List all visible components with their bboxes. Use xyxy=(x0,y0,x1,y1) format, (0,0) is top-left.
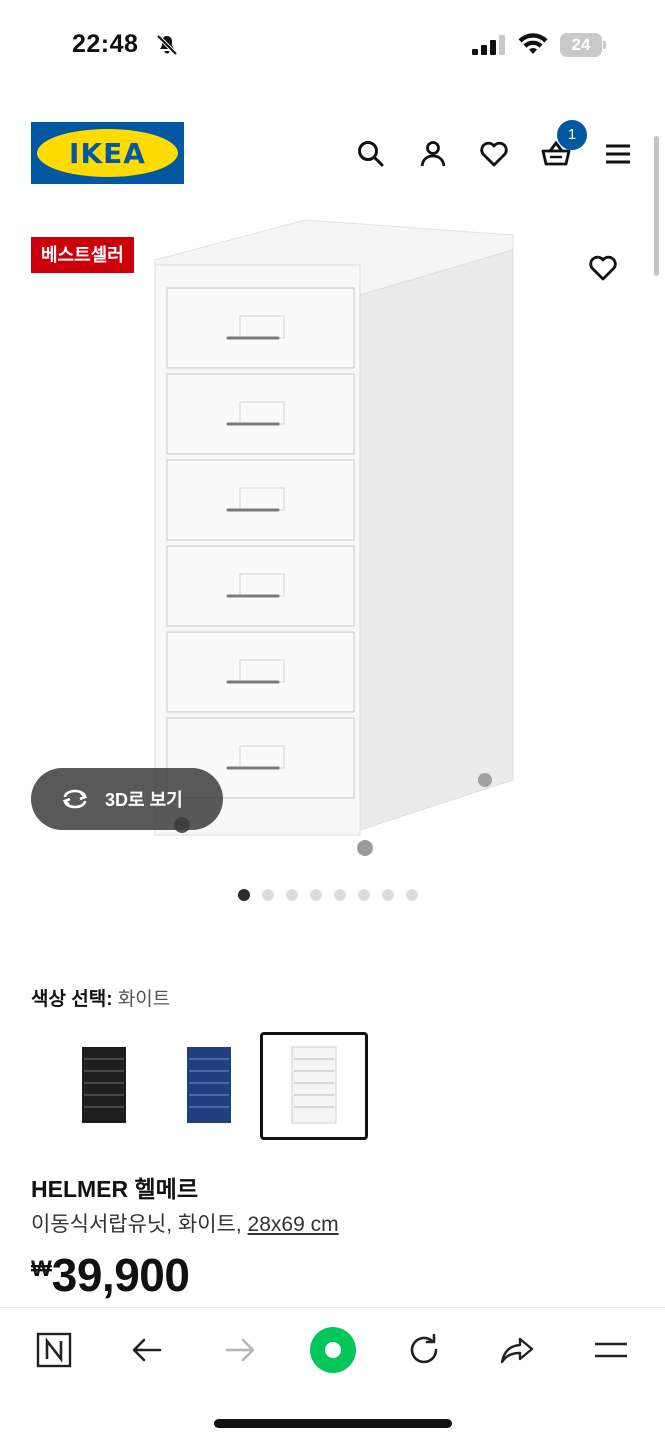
product-size-link[interactable]: 28x69 cm xyxy=(248,1213,339,1236)
carousel-dot[interactable] xyxy=(358,889,370,901)
add-to-favorites-heart-icon[interactable] xyxy=(586,252,620,284)
account-icon[interactable] xyxy=(417,138,449,170)
carousel-dot[interactable] xyxy=(238,889,250,901)
battery-icon: 24 xyxy=(560,33,606,57)
cart-count-badge: 1 xyxy=(557,120,587,150)
product-price: ₩ 39,900 xyxy=(31,1248,190,1302)
black-drawer-thumbnail xyxy=(82,1047,126,1123)
hamburger-menu-icon[interactable] xyxy=(602,138,634,170)
carousel-dot[interactable] xyxy=(406,889,418,901)
product-name: HELMER 헬메르 xyxy=(31,1176,198,1202)
price-currency: ₩ xyxy=(31,1256,52,1281)
home-indicator[interactable] xyxy=(214,1419,452,1428)
view-3d-button[interactable]: 3D로 보기 xyxy=(31,768,223,830)
color-selection-label: 색상 선택: 화이트 xyxy=(31,984,170,1011)
carousel-dot[interactable] xyxy=(262,889,274,901)
swatch-white-selected[interactable] xyxy=(260,1032,368,1140)
swatch-blue[interactable] xyxy=(155,1032,263,1140)
share-icon[interactable] xyxy=(498,1331,536,1369)
white-drawer-thumbnail xyxy=(291,1046,337,1124)
color-label: 색상 선택: xyxy=(31,989,113,1010)
swatch-black[interactable] xyxy=(50,1032,158,1140)
blue-drawer-thumbnail xyxy=(187,1047,231,1123)
product-desc-text: 이동식서랍유닛, 화이트, xyxy=(31,1213,242,1236)
forward-arrow-icon[interactable] xyxy=(221,1331,259,1369)
carousel-dot[interactable] xyxy=(382,889,394,901)
ikea-logo[interactable]: IKEA xyxy=(31,122,184,184)
carousel-dot[interactable] xyxy=(310,889,322,901)
price-value: 39,900 xyxy=(51,1249,190,1301)
status-time: 22:48 xyxy=(72,30,139,58)
view-3d-label: 3D로 보기 xyxy=(105,790,183,810)
logo-text: IKEA xyxy=(69,136,146,170)
wifi-icon xyxy=(518,33,548,54)
battery-level: 24 xyxy=(571,35,591,54)
green-assistant-icon[interactable] xyxy=(309,1326,357,1374)
image-carousel-dots[interactable] xyxy=(238,889,418,903)
browser-menu-icon[interactable] xyxy=(592,1331,630,1369)
carousel-dot[interactable] xyxy=(286,889,298,901)
cellular-signal-icon xyxy=(472,35,505,55)
product-description: 이동식서랍유닛, 화이트, 28x69 cm xyxy=(31,1208,339,1238)
favorites-heart-icon[interactable] xyxy=(478,138,510,170)
carousel-dot[interactable] xyxy=(334,889,346,901)
status-bar: 22:48 24 xyxy=(0,0,665,92)
reload-icon[interactable] xyxy=(405,1331,443,1369)
naver-n-icon[interactable] xyxy=(35,1331,73,1369)
back-arrow-icon[interactable] xyxy=(128,1331,166,1369)
color-value: 화이트 xyxy=(117,989,171,1010)
bell-muted-icon xyxy=(156,34,178,56)
bestseller-badge: 베스트셀러 xyxy=(31,237,134,273)
rotate-3d-icon xyxy=(62,789,88,809)
search-icon[interactable] xyxy=(355,138,387,170)
